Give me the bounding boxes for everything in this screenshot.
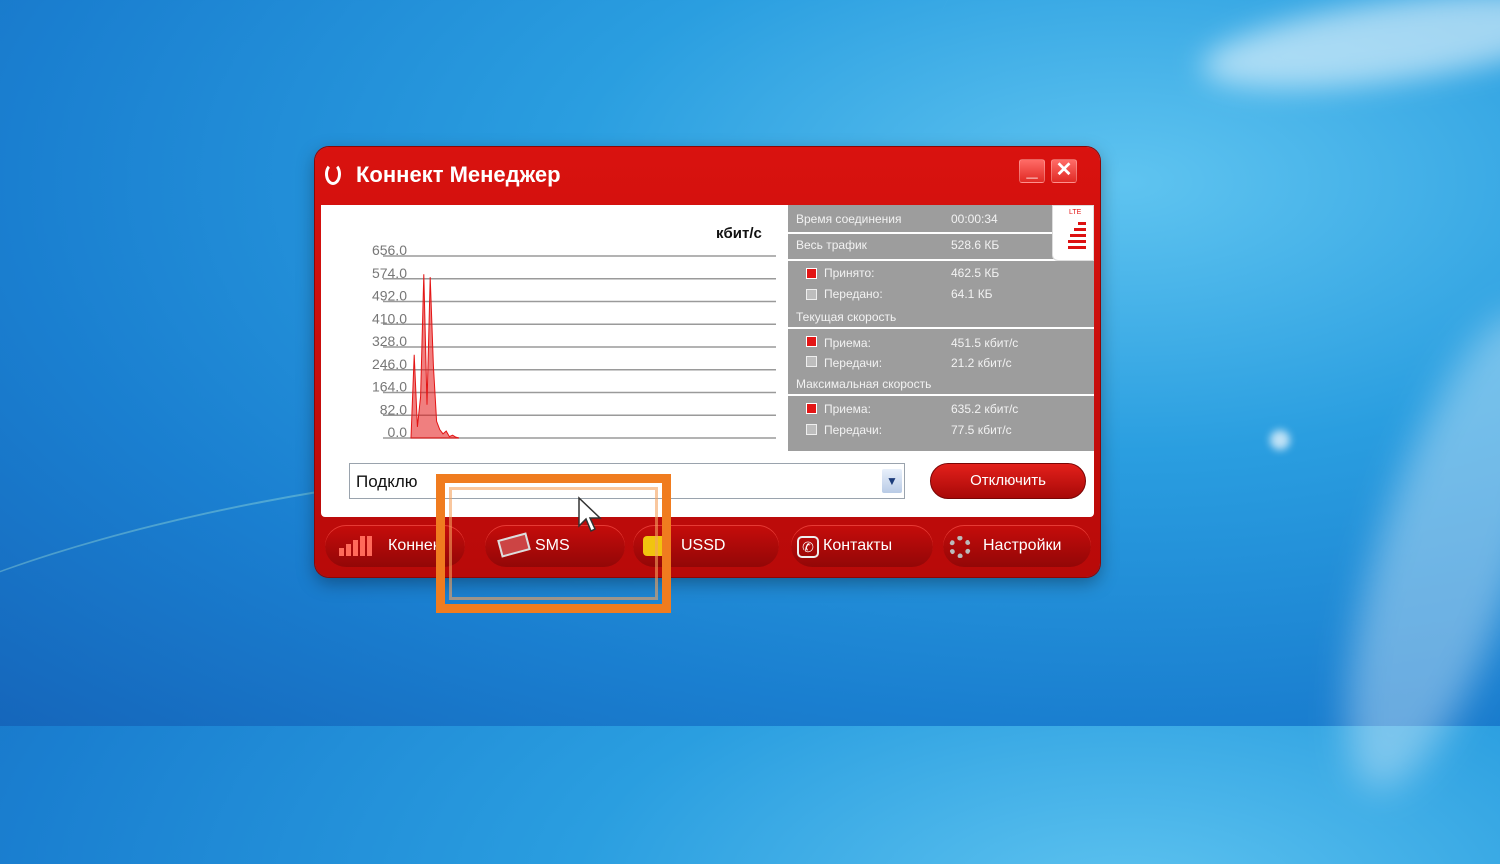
- divider: [788, 259, 1094, 261]
- current-rx-value: 451.5 кбит/с: [951, 336, 1019, 350]
- max-rx-label: Приема:: [824, 402, 871, 416]
- max-rx-value: 635.2 кбит/с: [951, 402, 1019, 416]
- max-tx-value: 77.5 кбит/с: [951, 423, 1012, 437]
- signal-bar: [1074, 228, 1086, 231]
- connection-status-text: Подклю: [356, 472, 418, 491]
- connection-time-row: Время соединения 00:00:34: [788, 209, 1094, 231]
- nav-tab-contacts[interactable]: ✆ Контакты: [791, 525, 933, 567]
- max-speed-label: Максимальная скорость: [796, 377, 932, 391]
- total-traffic-row: Весь трафик 528.6 КБ: [788, 235, 1094, 257]
- nav-tab-settings-label: Настройки: [983, 537, 1062, 554]
- sent-legend-icon: [806, 289, 817, 300]
- divider: [788, 394, 1094, 396]
- chart-unit-label: кбит/с: [716, 225, 762, 242]
- y-tick-label: 410.0: [372, 310, 407, 326]
- mouse-cursor-icon: [578, 496, 602, 533]
- current-tx-legend-icon: [806, 356, 817, 367]
- signal-bar: [1068, 240, 1086, 243]
- app-logo-icon: [325, 163, 341, 185]
- gear-icon: [949, 536, 971, 558]
- minimize-button[interactable]: _: [1019, 159, 1045, 183]
- nav-tab-ussd-label: USSD: [681, 537, 726, 554]
- nav-tab-connect-label: Коннек: [388, 537, 440, 554]
- y-tick-label: 656.0: [372, 242, 407, 258]
- title-bar[interactable]: Коннект Менеджер _ ✕: [315, 147, 1100, 205]
- network-type-label: LTE: [1069, 209, 1082, 216]
- disconnect-button[interactable]: Отключить: [930, 463, 1086, 499]
- received-value: 462.5 КБ: [951, 266, 1000, 280]
- y-tick-label: 328.0: [372, 333, 407, 349]
- y-tick-label: 574.0: [372, 265, 407, 281]
- connection-time-label: Время соединения: [796, 212, 902, 226]
- divider: [788, 232, 1094, 234]
- connection-time-value: 00:00:34: [951, 212, 998, 226]
- annotation-highlight-box: [436, 474, 671, 613]
- chevron-down-icon[interactable]: ▼: [882, 469, 902, 493]
- traffic-area-series: [410, 274, 460, 439]
- y-tick-label: 492.0: [372, 288, 407, 304]
- traffic-chart: 0.0 82.0 164.0 246.0 328.0 410.0 492.0 574.0 656…: [321, 205, 788, 451]
- max-tx-legend-icon: [806, 424, 817, 435]
- signal-bar: [1070, 234, 1086, 237]
- connect-manager-window: Коннект Менеджер _ ✕ 0.0 82.0 164.0 246.0 32…: [315, 147, 1100, 577]
- nav-tab-settings[interactable]: Настройки: [943, 525, 1091, 567]
- content-panel: 0.0 82.0 164.0 246.0 328.0 410.0 492.0 574.0 656…: [321, 205, 1094, 517]
- sent-label: Передано:: [824, 287, 883, 301]
- close-button[interactable]: ✕: [1051, 159, 1077, 183]
- max-tx-label: Передачи:: [824, 423, 883, 437]
- phone-icon: ✆: [797, 536, 819, 558]
- current-rx-label: Приема:: [824, 336, 871, 350]
- total-traffic-label: Весь трафик: [796, 238, 867, 252]
- signal-bar: [1068, 246, 1086, 249]
- received-label: Принято:: [824, 266, 875, 280]
- current-tx-label: Передачи:: [824, 356, 883, 370]
- y-tick-label: 0.0: [388, 424, 408, 440]
- current-rx-legend-icon: [806, 336, 817, 347]
- current-speed-label: Текущая скорость: [796, 310, 897, 324]
- nav-tab-contacts-label: Контакты: [823, 537, 893, 554]
- y-tick-label: 82.0: [380, 401, 407, 417]
- signal-strength-badge: LTE: [1052, 205, 1094, 261]
- bottom-nav-bar: Коннек SMS USSD ✆ Контакты Настройки: [315, 525, 1100, 571]
- y-tick-label: 164.0: [372, 379, 407, 395]
- stats-panel: Время соединения 00:00:34 Весь трафик 52…: [788, 205, 1094, 451]
- y-tick-label: 246.0: [372, 356, 407, 372]
- window-title: Коннект Менеджер: [356, 162, 561, 187]
- current-tx-value: 21.2 кбит/с: [951, 356, 1012, 370]
- received-legend-icon: [806, 268, 817, 279]
- divider: [788, 327, 1094, 329]
- signal-bar: [1078, 222, 1086, 225]
- sent-value: 64.1 КБ: [951, 287, 993, 301]
- signal-bars-icon: [339, 536, 379, 556]
- total-traffic-value: 528.6 КБ: [951, 238, 1000, 252]
- wallpaper-glow: [1270, 430, 1290, 450]
- max-rx-legend-icon: [806, 403, 817, 414]
